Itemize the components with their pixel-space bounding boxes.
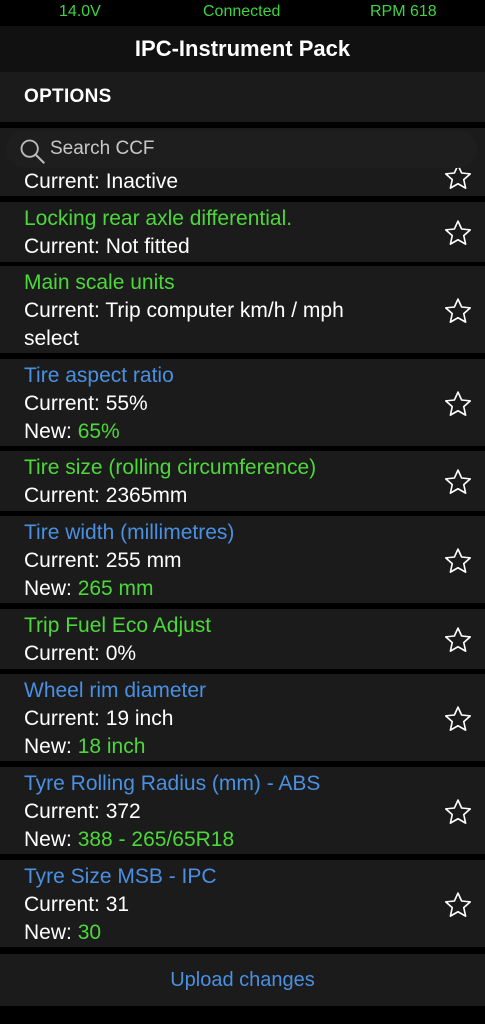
system-nav-bar bbox=[0, 1006, 485, 1024]
search-bar[interactable] bbox=[6, 130, 477, 168]
rpm-readout: RPM 618 bbox=[370, 3, 437, 20]
option-title: Tire width (millimetres) bbox=[24, 521, 235, 544]
option-new-value: 265 mm bbox=[77, 577, 154, 600]
list-item[interactable]: Main scale units Current: Trip computer … bbox=[0, 266, 485, 353]
section-title: OPTIONS bbox=[24, 86, 112, 107]
option-new-label: New: bbox=[24, 735, 78, 758]
option-current: Current: 255 mm bbox=[24, 549, 182, 572]
list-item[interactable]: Locking rear axle differential. Current:… bbox=[0, 202, 485, 262]
option-current: Current: Inactive bbox=[24, 170, 179, 193]
option-new: New: 388 - 265/65R18 bbox=[24, 826, 234, 854]
star-icon[interactable] bbox=[443, 546, 473, 576]
option-current: Current: 0% bbox=[24, 642, 137, 665]
option-title: Tire size (rolling circumference) bbox=[24, 456, 317, 479]
option-current: Current: Not fitted bbox=[24, 235, 190, 258]
option-new: New: 65% bbox=[24, 418, 120, 446]
option-new-label: New: bbox=[24, 577, 78, 600]
option-current: Current: 19 inch bbox=[24, 707, 174, 730]
option-new-value: 30 bbox=[77, 921, 102, 944]
page-title: IPC-Instrument Pack bbox=[134, 36, 351, 61]
star-icon[interactable] bbox=[443, 704, 473, 734]
option-current: Current: 31 bbox=[24, 893, 130, 916]
star-icon[interactable] bbox=[443, 467, 473, 497]
option-current-cont: select bbox=[24, 327, 79, 350]
connection-status: Connected bbox=[203, 3, 281, 20]
list-item[interactable]: Tyre Size MSB - IPC Current: 31 New: 30 bbox=[0, 860, 485, 947]
option-title: Main scale units bbox=[24, 271, 175, 294]
app-bar: IPC-Instrument Pack bbox=[0, 26, 485, 72]
option-title: Trip Fuel Eco Adjust bbox=[24, 614, 212, 637]
option-new: New: 18 inch bbox=[24, 733, 145, 761]
voltage-readout: 14.0V bbox=[59, 3, 101, 20]
option-title: Wheel rim diameter bbox=[24, 679, 207, 702]
list-item[interactable]: Tire width (millimetres) Current: 255 mm… bbox=[0, 516, 485, 603]
options-list[interactable]: Current: Inactive Locking rear axle diff… bbox=[0, 128, 485, 950]
option-title: Tyre Size MSB - IPC bbox=[24, 865, 217, 888]
footer-bar: Upload changes bbox=[0, 954, 485, 1006]
option-current: Current: 2365mm bbox=[24, 484, 188, 507]
list-item[interactable]: Tire size (rolling circumference) Curren… bbox=[0, 451, 485, 511]
option-title: Tire aspect ratio bbox=[24, 364, 174, 387]
search-input[interactable] bbox=[50, 134, 450, 164]
section-header: OPTIONS bbox=[0, 72, 485, 122]
option-new-value: 18 inch bbox=[77, 735, 146, 758]
list-item[interactable]: Tire aspect ratio Current: 55% New: 65% bbox=[0, 359, 485, 446]
option-new: New: 30 bbox=[24, 919, 101, 947]
list-item[interactable]: Trip Fuel Eco Adjust Current: 0% bbox=[0, 609, 485, 669]
status-bar: 14.0V Connected RPM 618 bbox=[0, 0, 485, 26]
option-title: Locking rear axle differential. bbox=[24, 207, 293, 230]
list-item[interactable]: Wheel rim diameter Current: 19 inch New:… bbox=[0, 674, 485, 761]
option-current: Current: 372 bbox=[24, 800, 141, 823]
option-new-label: New: bbox=[24, 921, 78, 944]
option-current: Current: 55% bbox=[24, 392, 148, 415]
star-icon[interactable] bbox=[443, 296, 473, 326]
option-new-value: 65% bbox=[77, 420, 120, 443]
star-icon[interactable] bbox=[443, 890, 473, 920]
star-icon[interactable] bbox=[443, 625, 473, 655]
list-item[interactable]: Tyre Rolling Radius (mm) - ABS Current: … bbox=[0, 767, 485, 854]
star-icon[interactable] bbox=[443, 218, 473, 248]
option-new: New: 265 mm bbox=[24, 575, 154, 603]
option-new-label: New: bbox=[24, 420, 78, 443]
option-title: Tyre Rolling Radius (mm) - ABS bbox=[24, 772, 321, 795]
upload-changes-button[interactable]: Upload changes bbox=[170, 969, 315, 992]
option-current: Current: Trip computer km/h / mph bbox=[24, 299, 344, 322]
option-new-label: New: bbox=[24, 828, 78, 851]
star-icon[interactable] bbox=[443, 389, 473, 419]
search-icon bbox=[18, 137, 46, 165]
star-icon[interactable] bbox=[443, 797, 473, 827]
option-new-value: 388 - 265/65R18 bbox=[77, 828, 235, 851]
